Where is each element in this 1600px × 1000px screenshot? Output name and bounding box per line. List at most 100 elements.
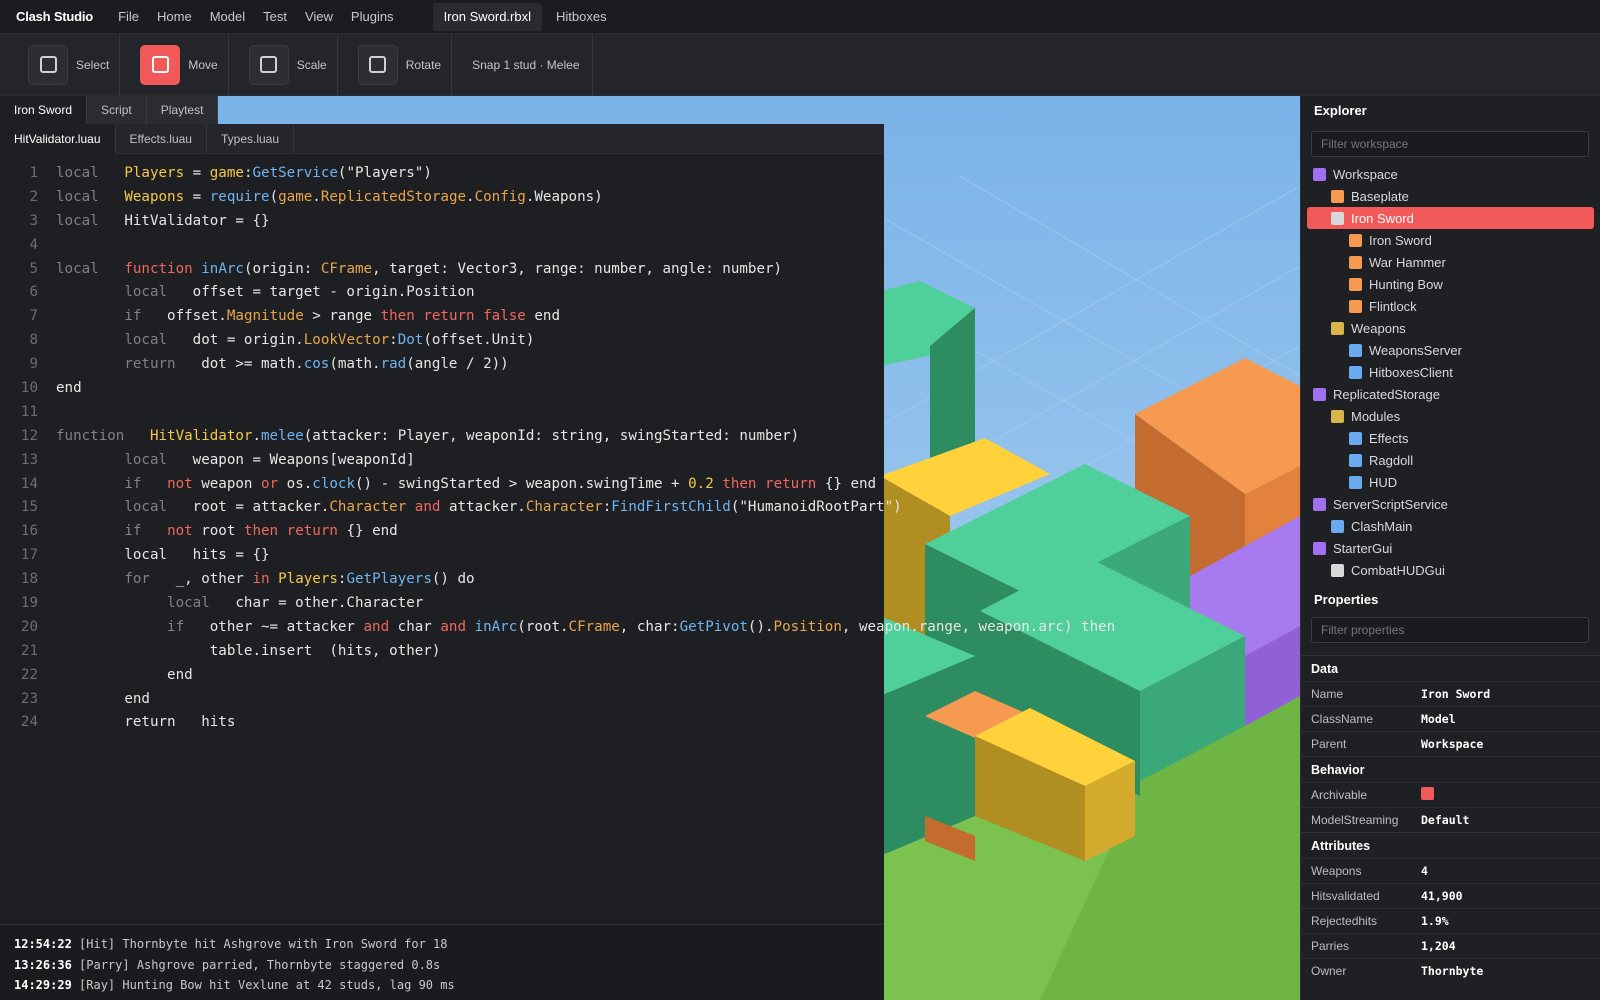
select-tool[interactable]: Select — [28, 33, 121, 96]
property-row[interactable]: Parries 1,204 — [1301, 933, 1600, 958]
doc-tab-hitboxes[interactable]: Hitboxes — [542, 3, 621, 31]
move-tool[interactable]: Move — [140, 33, 229, 96]
select-icon — [39, 56, 57, 73]
instance-icon — [1349, 453, 1362, 467]
code-area[interactable]: 1 local Players = game:GetService("Player… — [0, 162, 1160, 735]
explorer-node[interactable]: ReplicatedStorage — [1301, 383, 1600, 405]
checkbox-swatch[interactable] — [1421, 787, 1434, 800]
property-value[interactable] — [1421, 787, 1434, 803]
instance-icon — [1349, 277, 1362, 291]
doc-tab-iron-sword[interactable]: Iron Sword.rbxl — [432, 2, 542, 31]
property-row[interactable]: Owner Thornbyte — [1301, 958, 1600, 983]
explorer-node[interactable]: Flintlock — [1301, 295, 1600, 317]
explorer-node-label: Workspace — [1333, 166, 1398, 182]
explorer-filter-input[interactable] — [1311, 131, 1589, 157]
code-line: 16 if not root then return {} end — [0, 520, 1160, 544]
explorer-node[interactable]: Effects — [1301, 427, 1600, 449]
menu-file[interactable]: File — [109, 9, 148, 24]
line-number: 1 — [29, 165, 38, 181]
code-line: 8 local dot = origin.LookVector:Dot(offs… — [0, 329, 1160, 353]
explorer-node[interactable]: War Hammer — [1301, 251, 1600, 273]
explorer-node[interactable]: ServerScriptService — [1301, 493, 1600, 515]
property-row[interactable]: Name Iron Sword — [1301, 681, 1600, 706]
rotate-tool-button[interactable] — [357, 44, 398, 85]
property-value[interactable]: Iron Sword — [1421, 687, 1490, 701]
log-message: [Parry] Ashgrove parried, Thornbyte stag… — [71, 957, 441, 972]
tab-playtest[interactable]: Playtest — [147, 96, 219, 124]
menu-plugins[interactable]: Plugins — [342, 9, 403, 24]
property-value[interactable]: 4 — [1421, 864, 1428, 878]
explorer-node-label: ClashMain — [1351, 518, 1413, 534]
code-line: 9 return dot >= math.cos(math.rad(angle … — [0, 353, 1160, 377]
properties-filter-input[interactable] — [1311, 617, 1589, 643]
file-tab-hitvalidator[interactable]: HitValidator.luau — [0, 124, 116, 154]
line-number: 23 — [20, 690, 38, 707]
menu-model[interactable]: Model — [201, 9, 254, 24]
scale-tool[interactable]: Scale — [248, 33, 338, 96]
select-tool-label: Select — [76, 57, 110, 72]
select-tool-button[interactable] — [28, 44, 68, 85]
explorer-node[interactable]: HitboxesClient — [1301, 361, 1600, 383]
property-row[interactable]: ModelStreaming Default — [1301, 807, 1600, 832]
property-value[interactable]: 1.9% — [1421, 914, 1449, 928]
code-line: 2 local Weapons = require(game.Replicated… — [0, 186, 1160, 210]
code-line: 12 function HitValidator.melee(attacker: … — [0, 425, 1160, 449]
code-line: 14 if not weapon or os.clock() - swingSt… — [0, 473, 1160, 497]
property-row[interactable]: Weapons 4 — [1301, 858, 1600, 883]
property-group-header[interactable]: Data — [1301, 655, 1600, 681]
code-line: 1 local Players = game:GetService("Player… — [0, 162, 1160, 186]
move-tool-button[interactable] — [140, 44, 181, 85]
property-value[interactable]: Model — [1421, 712, 1456, 726]
menu-home[interactable]: Home — [148, 9, 201, 24]
line-number: 15 — [20, 499, 38, 516]
property-value[interactable]: Workspace — [1421, 737, 1483, 751]
line-number: 6 — [29, 284, 38, 301]
property-row[interactable]: ClassName Model — [1301, 706, 1600, 731]
explorer-node-label: Baseplate — [1351, 188, 1409, 204]
tab-script[interactable]: Script — [87, 96, 147, 124]
line-number: 20 — [20, 618, 38, 635]
explorer-node-label: Modules — [1351, 408, 1401, 424]
panel-tabs: Iron Sword Script Playtest — [0, 96, 219, 124]
instance-icon — [1313, 541, 1326, 555]
explorer-node[interactable]: Modules — [1301, 405, 1600, 427]
file-tab-effects[interactable]: Effects.luau — [116, 124, 207, 154]
file-tab-types[interactable]: Types.luau — [207, 124, 295, 154]
menu-test[interactable]: Test — [254, 9, 296, 24]
instance-icon — [1349, 343, 1362, 357]
log-entry: 14:29:29 [Ray] Hunting Bow hit Vexlune a… — [0, 975, 884, 996]
explorer-node[interactable]: Iron Sword — [1307, 207, 1594, 229]
property-value[interactable]: Thornbyte — [1421, 964, 1483, 978]
tab-iron-sword[interactable]: Iron Sword — [0, 96, 88, 124]
property-group-header[interactable]: Attributes — [1301, 832, 1600, 858]
explorer-node[interactable]: Hunting Bow — [1301, 273, 1600, 295]
explorer-node[interactable]: Baseplate — [1301, 185, 1600, 207]
code-editor[interactable]: HitValidator.luau Effects.luau Types.lua… — [0, 124, 1115, 1000]
property-row[interactable]: Archivable — [1301, 782, 1600, 807]
explorer-node[interactable]: WeaponsServer — [1301, 339, 1600, 361]
explorer-node[interactable]: ClashMain — [1301, 515, 1600, 537]
line-number: 4 — [29, 236, 38, 253]
menu-view[interactable]: View — [296, 9, 342, 24]
scale-icon — [260, 56, 278, 73]
explorer-node[interactable]: HUD — [1301, 471, 1600, 493]
explorer-node[interactable]: StarterGui — [1301, 537, 1600, 559]
property-value[interactable]: 41,900 — [1421, 889, 1463, 903]
explorer-node[interactable]: Ragdoll — [1301, 449, 1600, 471]
property-value[interactable]: Default — [1421, 813, 1469, 827]
right-panel: Explorer Workspace Baseplate Iron Sword Iro… — [1300, 96, 1600, 1000]
explorer-node[interactable]: Workspace — [1301, 163, 1600, 185]
scale-tool-label: Scale — [296, 57, 327, 72]
snap-setting[interactable]: Snap 1 stud · Melee — [472, 33, 593, 96]
explorer-node[interactable]: CombatHUDGui — [1301, 559, 1600, 581]
scale-tool-button[interactable] — [248, 44, 289, 85]
explorer-node[interactable]: Iron Sword — [1301, 229, 1600, 251]
property-row[interactable]: Hitsvalidated 41,900 — [1301, 883, 1600, 908]
instance-icon — [1313, 167, 1326, 181]
property-group-header[interactable]: Behavior — [1301, 756, 1600, 782]
property-row[interactable]: Rejectedhits 1.9% — [1301, 908, 1600, 933]
property-row[interactable]: Parent Workspace — [1301, 731, 1600, 756]
rotate-tool[interactable]: Rotate — [357, 33, 453, 96]
explorer-node[interactable]: Weapons — [1301, 317, 1600, 339]
property-value[interactable]: 1,204 — [1421, 939, 1456, 953]
